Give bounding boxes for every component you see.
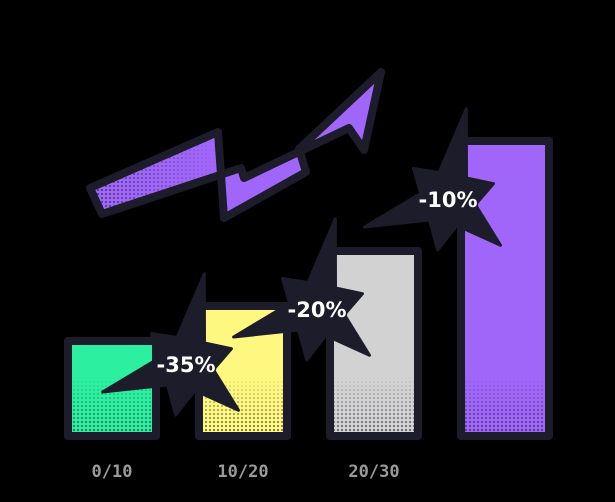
change-badge: -10% — [363, 107, 502, 252]
category-labels: 0/10 10/20 20/30 — [92, 462, 400, 482]
x-tick-label: 0/10 — [92, 462, 133, 482]
x-tick-label: 20/30 — [348, 462, 399, 482]
x-tick-label: 10/20 — [217, 462, 268, 482]
change-badge-label: -10% — [419, 188, 478, 212]
change-badge-label: -35% — [157, 353, 216, 377]
change-badge-label: -20% — [288, 298, 347, 322]
trend-up-arrow-icon — [86, 68, 385, 222]
bar-chart: -35% -20% -10% 0/10 10/20 20/30 — [64, 68, 553, 482]
